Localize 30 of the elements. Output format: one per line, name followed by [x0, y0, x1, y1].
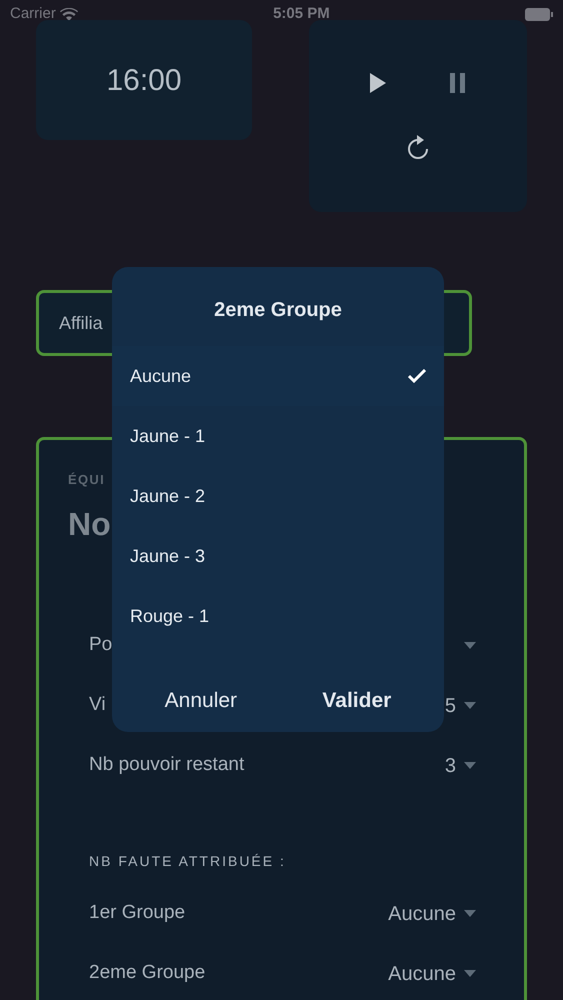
field-label: Nb pouvoir restant [89, 753, 244, 778]
checkmark-icon [408, 369, 426, 383]
carrier-label: Carrier [10, 4, 56, 24]
wifi-icon [60, 8, 78, 20]
picker-option[interactable]: Jaune - 1 [112, 406, 444, 466]
field-label: 2eme Groupe [89, 961, 206, 986]
field-label: Po [89, 633, 112, 658]
team-label: ÉQUI [68, 471, 105, 489]
picker-option[interactable]: Jaune - 3 [112, 526, 444, 586]
battery-icon [525, 8, 553, 20]
field-label: 1er Groupe [89, 901, 186, 926]
field-label: Vi [89, 693, 106, 718]
dropdown-caret-icon [464, 762, 476, 769]
picker-title: 2eme Groupe [214, 298, 342, 323]
dropdown-caret-icon [464, 702, 476, 709]
timer-text: 16:00 [106, 62, 182, 98]
field-value[interactable]: Aucune [388, 958, 456, 988]
section-title: NB FAUTE ATTRIBUÉE : [89, 852, 286, 870]
picker-option[interactable]: Rouge - 1 [112, 586, 444, 646]
dropdown-caret-icon [464, 970, 476, 977]
field-value[interactable]: 3 [444, 750, 456, 780]
field-value[interactable]: 5 [444, 690, 456, 720]
status-time: 5:05 PM [273, 4, 330, 24]
dropdown-caret-icon [464, 910, 476, 917]
team-name: No [68, 504, 111, 544]
dropdown-caret-icon [464, 642, 476, 649]
picker-option[interactable]: Jaune - 2 [112, 466, 444, 526]
cancel-button[interactable]: Annuler [160, 684, 242, 716]
confirm-button[interactable]: Valider [318, 684, 396, 716]
field-value[interactable]: Aucune [388, 898, 456, 928]
